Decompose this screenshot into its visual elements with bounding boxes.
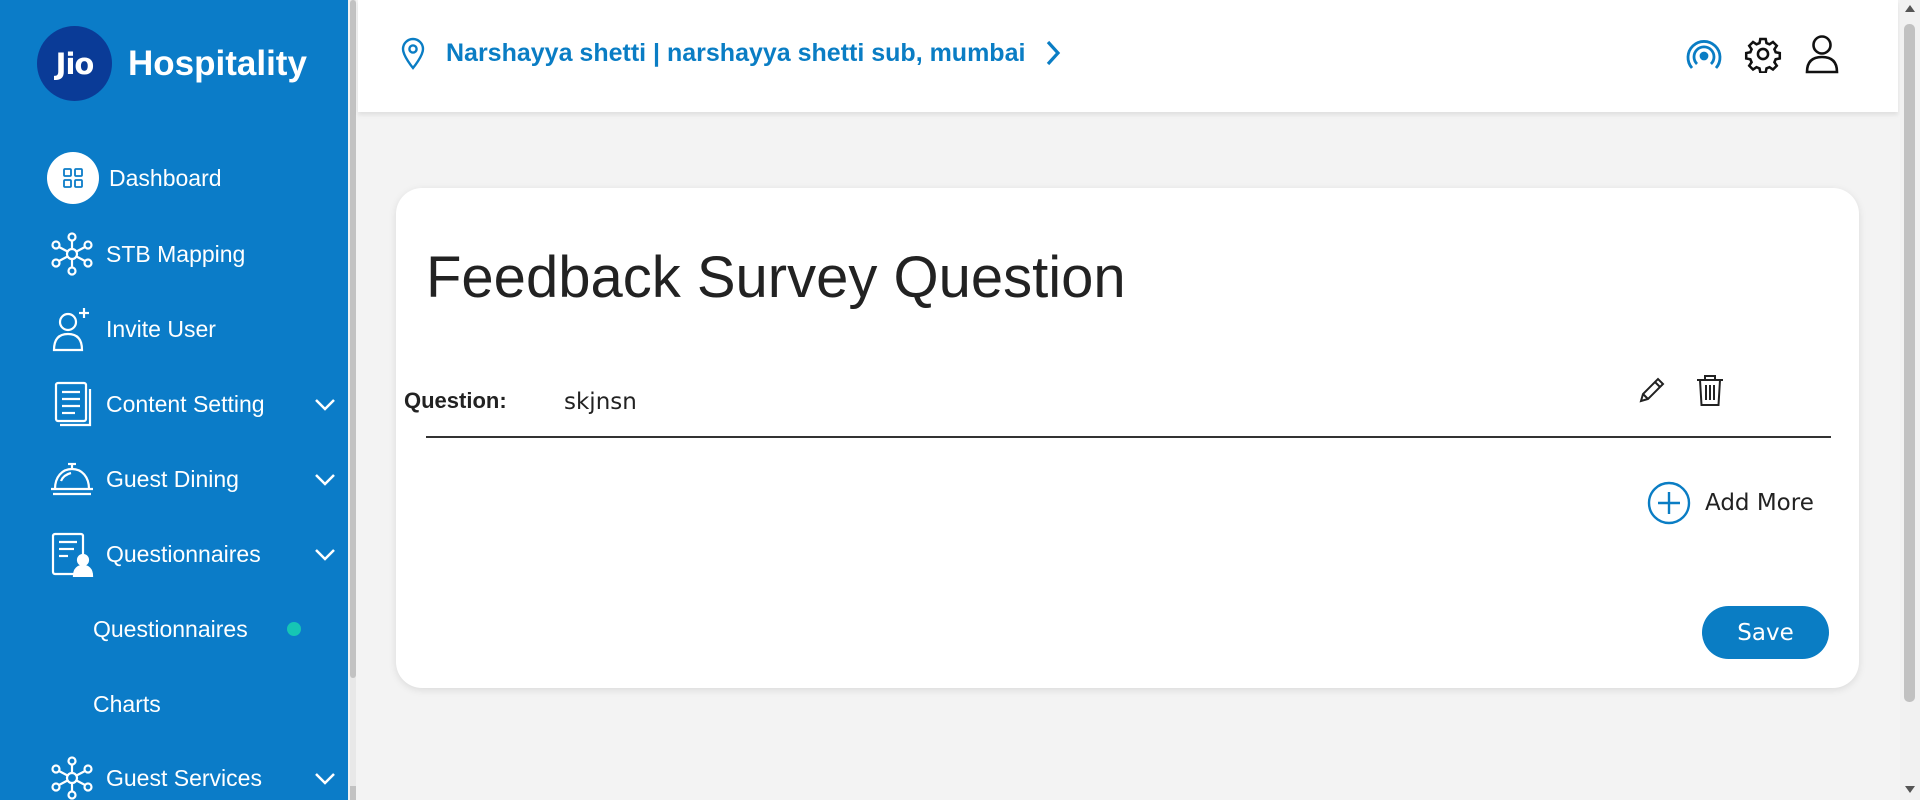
save-button[interactable]: Save xyxy=(1702,606,1829,659)
add-more-label: Add More xyxy=(1705,490,1814,516)
location-selector[interactable]: Narshayya shetti | narshayya shetti sub,… xyxy=(400,36,1063,70)
sidebar: Jio Hospitality Dashboard STB Mapping In… xyxy=(0,0,348,800)
sidebar-item-invite-user[interactable]: Invite User xyxy=(48,301,338,357)
dashboard-grid-icon xyxy=(47,152,99,204)
sidebar-item-label: Guest Dining xyxy=(106,465,239,492)
pencil-icon xyxy=(1639,377,1665,403)
active-indicator xyxy=(287,622,301,636)
chevron-down-icon[interactable] xyxy=(312,467,338,491)
page-title: Feedback Survey Question xyxy=(426,245,1126,310)
chevron-down-icon[interactable] xyxy=(312,542,338,566)
document-icon xyxy=(48,380,96,428)
sidebar-item-label: Invite User xyxy=(106,315,216,342)
scroll-up-arrow-icon[interactable] xyxy=(1905,5,1915,12)
header: Narshayya shetti | narshayya shetti sub,… xyxy=(358,0,1898,112)
plus-circle-icon xyxy=(1647,481,1691,525)
sidebar-item-label: Questionnaires xyxy=(106,540,261,567)
broadcast-icon[interactable] xyxy=(1686,36,1722,72)
trash-icon xyxy=(1697,375,1723,406)
chevron-right-icon[interactable] xyxy=(1043,38,1063,68)
network-hub-icon xyxy=(48,754,96,800)
location-text: Narshayya shetti | narshayya shetti sub,… xyxy=(446,38,1026,67)
sidebar-item-guest-dining[interactable]: Guest Dining xyxy=(48,451,338,507)
sidebar-item-guest-services[interactable]: Guest Services xyxy=(48,750,338,800)
user-icon[interactable] xyxy=(1804,34,1840,74)
subitem-questionnaires[interactable]: Questionnaires xyxy=(93,609,248,649)
page-scrollbar[interactable] xyxy=(1900,0,1920,800)
location-pin-icon xyxy=(401,37,425,70)
add-user-icon xyxy=(48,305,96,353)
form-user-icon xyxy=(48,530,96,578)
add-more-button[interactable]: Add More xyxy=(1647,481,1814,525)
sidebar-item-label: Guest Services xyxy=(106,764,262,791)
edit-button[interactable] xyxy=(1636,374,1668,411)
question-value: skjnsn xyxy=(564,389,637,415)
sidebar-item-dashboard[interactable]: Dashboard xyxy=(47,150,338,206)
feedback-card: Feedback Survey Question Question: skjns… xyxy=(396,188,1859,688)
sidebar-item-label: Dashboard xyxy=(109,164,222,191)
page-scrollbar-thumb[interactable] xyxy=(1904,24,1915,702)
sidebar-item-questionnaires[interactable]: Questionnaires xyxy=(48,526,338,582)
chevron-down-icon[interactable] xyxy=(312,766,338,790)
scroll-down-arrow-icon[interactable] xyxy=(1905,786,1915,793)
brand[interactable]: Jio Hospitality xyxy=(37,26,307,101)
gear-icon[interactable] xyxy=(1744,35,1782,73)
sidebar-item-label: Content Setting xyxy=(106,390,265,417)
brand-name: Hospitality xyxy=(128,43,307,83)
delete-button[interactable] xyxy=(1695,373,1725,412)
sidebar-scrollbar-end xyxy=(350,786,356,800)
sidebar-item-label: STB Mapping xyxy=(106,240,246,267)
jio-logo: Jio xyxy=(37,26,112,101)
cloche-icon xyxy=(48,455,96,503)
network-hub-icon xyxy=(48,230,96,278)
sidebar-item-stb-mapping[interactable]: STB Mapping xyxy=(48,226,338,282)
subitem-charts[interactable]: Charts xyxy=(93,684,161,724)
question-label: Question: xyxy=(404,388,507,413)
sidebar-scrollbar[interactable] xyxy=(350,0,356,800)
chevron-down-icon[interactable] xyxy=(312,392,338,416)
sidebar-item-content-setting[interactable]: Content Setting xyxy=(48,376,338,432)
sidebar-scrollbar-thumb[interactable] xyxy=(350,0,356,678)
